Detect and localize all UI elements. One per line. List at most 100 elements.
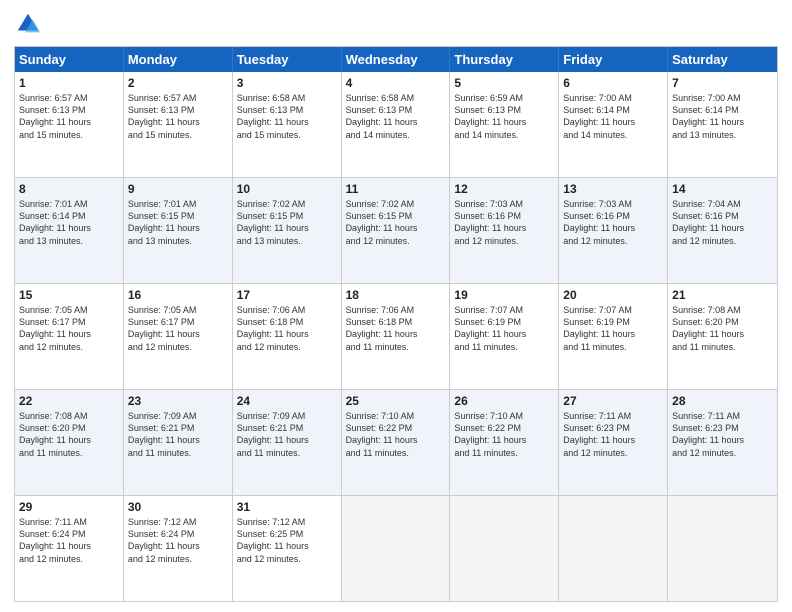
- cal-cell-r4-c4: [450, 496, 559, 601]
- day-number: 1: [19, 75, 119, 91]
- cell-line: Daylight: 11 hours: [672, 434, 773, 446]
- calendar-row-2: 8Sunrise: 7:01 AMSunset: 6:14 PMDaylight…: [15, 177, 777, 283]
- cal-cell-r1-c0: 8Sunrise: 7:01 AMSunset: 6:14 PMDaylight…: [15, 178, 124, 283]
- calendar-header: SundayMondayTuesdayWednesdayThursdayFrid…: [15, 47, 777, 72]
- calendar: SundayMondayTuesdayWednesdayThursdayFrid…: [14, 46, 778, 602]
- cell-line: and 11 minutes.: [346, 341, 446, 353]
- cell-line: and 12 minutes.: [128, 341, 228, 353]
- cell-line: Daylight: 11 hours: [346, 116, 446, 128]
- day-number: 4: [346, 75, 446, 91]
- cell-line: and 12 minutes.: [19, 553, 119, 565]
- cell-line: Daylight: 11 hours: [237, 222, 337, 234]
- cell-line: Daylight: 11 hours: [346, 328, 446, 340]
- cell-line: and 11 minutes.: [454, 447, 554, 459]
- header-day-friday: Friday: [559, 47, 668, 72]
- cell-line: Sunrise: 7:02 AM: [237, 198, 337, 210]
- cell-line: and 13 minutes.: [672, 129, 773, 141]
- cell-line: Sunset: 6:21 PM: [237, 422, 337, 434]
- cal-cell-r2-c6: 21Sunrise: 7:08 AMSunset: 6:20 PMDayligh…: [668, 284, 777, 389]
- cal-cell-r2-c1: 16Sunrise: 7:05 AMSunset: 6:17 PMDayligh…: [124, 284, 233, 389]
- logo: [14, 10, 46, 38]
- cell-line: Sunset: 6:17 PM: [128, 316, 228, 328]
- cell-line: Sunrise: 7:10 AM: [346, 410, 446, 422]
- cell-line: Sunset: 6:14 PM: [19, 210, 119, 222]
- cell-line: Sunrise: 7:11 AM: [672, 410, 773, 422]
- cell-line: Sunset: 6:13 PM: [454, 104, 554, 116]
- cell-line: and 12 minutes.: [672, 447, 773, 459]
- cell-line: and 15 minutes.: [128, 129, 228, 141]
- day-number: 11: [346, 181, 446, 197]
- day-number: 12: [454, 181, 554, 197]
- day-number: 20: [563, 287, 663, 303]
- cell-line: Sunset: 6:15 PM: [128, 210, 228, 222]
- cell-line: Sunset: 6:24 PM: [128, 528, 228, 540]
- cal-cell-r3-c2: 24Sunrise: 7:09 AMSunset: 6:21 PMDayligh…: [233, 390, 342, 495]
- cell-line: and 12 minutes.: [19, 341, 119, 353]
- cell-line: Sunset: 6:15 PM: [237, 210, 337, 222]
- cal-cell-r4-c2: 31Sunrise: 7:12 AMSunset: 6:25 PMDayligh…: [233, 496, 342, 601]
- cell-line: Sunrise: 7:10 AM: [454, 410, 554, 422]
- cal-cell-r1-c5: 13Sunrise: 7:03 AMSunset: 6:16 PMDayligh…: [559, 178, 668, 283]
- header-day-wednesday: Wednesday: [342, 47, 451, 72]
- page: SundayMondayTuesdayWednesdayThursdayFrid…: [0, 0, 792, 612]
- cell-line: Sunrise: 7:09 AM: [237, 410, 337, 422]
- cal-cell-r3-c3: 25Sunrise: 7:10 AMSunset: 6:22 PMDayligh…: [342, 390, 451, 495]
- cell-line: and 11 minutes.: [672, 341, 773, 353]
- cell-line: Daylight: 11 hours: [454, 116, 554, 128]
- cell-line: and 12 minutes.: [128, 553, 228, 565]
- cell-line: Daylight: 11 hours: [19, 540, 119, 552]
- cell-line: Sunset: 6:13 PM: [128, 104, 228, 116]
- cell-line: Sunset: 6:19 PM: [454, 316, 554, 328]
- cal-cell-r3-c4: 26Sunrise: 7:10 AMSunset: 6:22 PMDayligh…: [450, 390, 559, 495]
- day-number: 25: [346, 393, 446, 409]
- cell-line: Daylight: 11 hours: [672, 116, 773, 128]
- cell-line: Sunrise: 7:06 AM: [237, 304, 337, 316]
- header-day-monday: Monday: [124, 47, 233, 72]
- day-number: 16: [128, 287, 228, 303]
- cal-cell-r3-c1: 23Sunrise: 7:09 AMSunset: 6:21 PMDayligh…: [124, 390, 233, 495]
- cell-line: and 12 minutes.: [563, 447, 663, 459]
- calendar-row-3: 15Sunrise: 7:05 AMSunset: 6:17 PMDayligh…: [15, 283, 777, 389]
- day-number: 19: [454, 287, 554, 303]
- day-number: 28: [672, 393, 773, 409]
- day-number: 10: [237, 181, 337, 197]
- cell-line: Sunset: 6:22 PM: [454, 422, 554, 434]
- cell-line: Sunrise: 7:00 AM: [563, 92, 663, 104]
- header-day-thursday: Thursday: [450, 47, 559, 72]
- cell-line: Sunset: 6:15 PM: [346, 210, 446, 222]
- cell-line: Daylight: 11 hours: [237, 434, 337, 446]
- cell-line: Sunrise: 7:01 AM: [128, 198, 228, 210]
- cell-line: Daylight: 11 hours: [454, 222, 554, 234]
- calendar-row-5: 29Sunrise: 7:11 AMSunset: 6:24 PMDayligh…: [15, 495, 777, 601]
- cell-line: Sunset: 6:16 PM: [454, 210, 554, 222]
- cell-line: Sunset: 6:16 PM: [672, 210, 773, 222]
- cal-cell-r2-c4: 19Sunrise: 7:07 AMSunset: 6:19 PMDayligh…: [450, 284, 559, 389]
- day-number: 14: [672, 181, 773, 197]
- cell-line: Sunset: 6:18 PM: [237, 316, 337, 328]
- cell-line: Daylight: 11 hours: [19, 434, 119, 446]
- cell-line: and 11 minutes.: [563, 341, 663, 353]
- cal-cell-r2-c2: 17Sunrise: 7:06 AMSunset: 6:18 PMDayligh…: [233, 284, 342, 389]
- cal-cell-r0-c5: 6Sunrise: 7:00 AMSunset: 6:14 PMDaylight…: [559, 72, 668, 177]
- cell-line: and 14 minutes.: [563, 129, 663, 141]
- cell-line: Sunset: 6:13 PM: [19, 104, 119, 116]
- day-number: 2: [128, 75, 228, 91]
- cal-cell-r4-c3: [342, 496, 451, 601]
- cell-line: Sunrise: 7:08 AM: [672, 304, 773, 316]
- cell-line: Sunset: 6:23 PM: [563, 422, 663, 434]
- cal-cell-r1-c1: 9Sunrise: 7:01 AMSunset: 6:15 PMDaylight…: [124, 178, 233, 283]
- cell-line: Daylight: 11 hours: [128, 116, 228, 128]
- cal-cell-r3-c6: 28Sunrise: 7:11 AMSunset: 6:23 PMDayligh…: [668, 390, 777, 495]
- cell-line: Sunset: 6:18 PM: [346, 316, 446, 328]
- day-number: 31: [237, 499, 337, 515]
- cell-line: Sunrise: 6:58 AM: [346, 92, 446, 104]
- cell-line: Sunrise: 7:05 AM: [128, 304, 228, 316]
- cell-line: and 11 minutes.: [454, 341, 554, 353]
- cell-line: Sunset: 6:24 PM: [19, 528, 119, 540]
- cell-line: and 12 minutes.: [346, 235, 446, 247]
- cell-line: Sunset: 6:13 PM: [237, 104, 337, 116]
- cell-line: and 12 minutes.: [454, 235, 554, 247]
- calendar-body: 1Sunrise: 6:57 AMSunset: 6:13 PMDaylight…: [15, 72, 777, 601]
- cell-line: and 14 minutes.: [454, 129, 554, 141]
- cell-line: Sunrise: 7:00 AM: [672, 92, 773, 104]
